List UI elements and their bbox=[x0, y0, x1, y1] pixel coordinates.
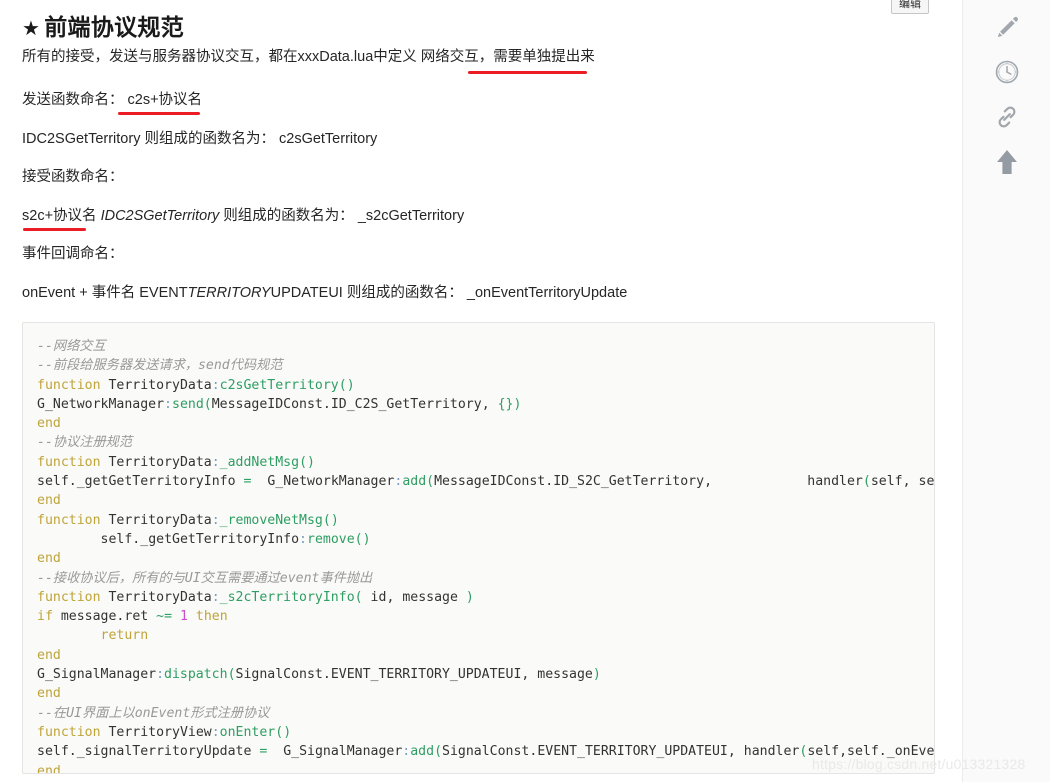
paragraph-event-example: onEvent + 事件名 EVENTTERRITORYUPDATEUI 则组成… bbox=[22, 283, 627, 303]
article-pane: 编辑 ★ 前端协议规范 所有的接受，发送与服务器协议交互，都在xxxData.lu… bbox=[0, 0, 962, 782]
page-root: 编辑 ★ 前端协议规范 所有的接受，发送与服务器协议交互，都在xxxData.lu… bbox=[0, 0, 1050, 782]
code-block[interactable]: --网络交互 --前段给服务器发送请求，send代码规范 function Te… bbox=[22, 322, 935, 774]
red-underline-annotation-3 bbox=[23, 228, 86, 231]
paragraph-recv-example: s2c+协议名 IDC2SGetTerritory 则组成的函数名为： _s2c… bbox=[22, 206, 464, 226]
recv-suffix: 则组成的函数名为： _s2cGetTerritory bbox=[219, 208, 465, 224]
event-italic: TERRITORY bbox=[187, 285, 271, 301]
edit-button[interactable]: 编辑 bbox=[891, 0, 929, 14]
paragraph-intro: 所有的接受，发送与服务器协议交互，都在xxxData.lua中定义 网络交互，需… bbox=[22, 49, 595, 65]
paragraph-send-naming: 发送函数命名： c2s+协议名 bbox=[22, 92, 203, 108]
pencil-icon[interactable] bbox=[990, 10, 1024, 44]
recv-prefix: s2c+协议名 bbox=[22, 208, 101, 224]
event-prefix: onEvent + 事件名 EVENT bbox=[22, 285, 188, 301]
tool-rail bbox=[962, 0, 1050, 782]
star-icon: ★ bbox=[22, 18, 41, 40]
clock-icon[interactable] bbox=[990, 55, 1024, 89]
paragraph-send-example: IDC2SGetTerritory 则组成的函数名为： c2sGetTerrit… bbox=[22, 131, 378, 147]
red-underline-annotation-1 bbox=[468, 71, 587, 74]
watermark: https://blog.csdn.net/u013321328 bbox=[812, 756, 1026, 772]
page-title: ★ 前端协议规范 bbox=[22, 2, 184, 44]
page-title-text: 前端协议规范 bbox=[44, 14, 185, 40]
event-suffix: UPDATEUI 则组成的函数名： _onEventTerritoryUpdat… bbox=[270, 285, 628, 301]
arrow-up-icon[interactable] bbox=[990, 145, 1024, 179]
paragraph-event-naming: 事件回调命名： bbox=[22, 246, 124, 262]
link-icon[interactable] bbox=[990, 100, 1024, 134]
paragraph-recv-naming: 接受函数命名： bbox=[22, 169, 124, 185]
code-content: --网络交互 --前段给服务器发送请求，send代码规范 function Te… bbox=[37, 339, 934, 774]
red-underline-annotation-2 bbox=[118, 112, 200, 115]
recv-italic: IDC2SGetTerritory bbox=[100, 208, 220, 224]
